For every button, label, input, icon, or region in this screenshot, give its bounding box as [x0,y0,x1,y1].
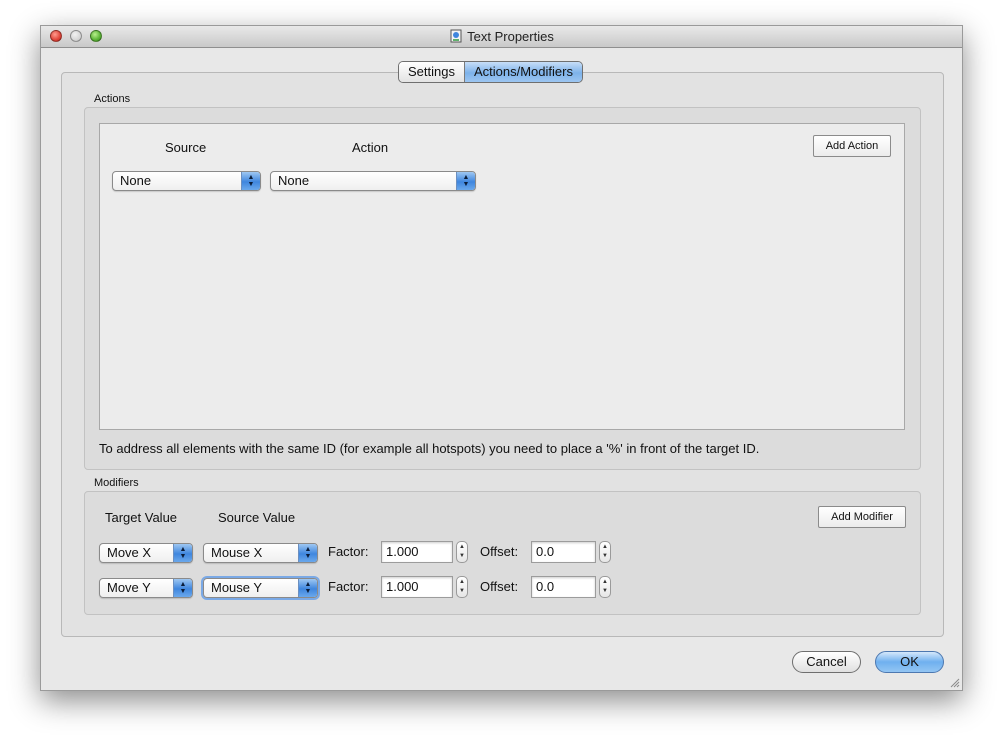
cancel-button[interactable]: Cancel [792,651,861,673]
actions-list-panel [99,123,905,430]
factor-field[interactable]: 1.000 [381,576,453,598]
updown-arrows-icon: ▲ ▼ [456,172,475,190]
source-value-header: Source Value [218,510,296,525]
factor-stepper[interactable]: ▲ ▼ [456,541,468,563]
modifiers-group-label: Modifiers [94,477,139,489]
target-value-header: Target Value [105,510,178,525]
tab-settings[interactable]: Settings [399,62,465,82]
action-column-header: Action [352,140,389,155]
offset-field[interactable]: 0.0 [531,576,596,598]
offset-field[interactable]: 0.0 [531,541,596,563]
ok-button[interactable]: OK [875,651,944,673]
offset-stepper[interactable]: ▲ ▼ [599,576,611,598]
action-source-select[interactable]: None ▲ ▼ [112,171,261,191]
source-column-header: Source [165,140,207,155]
offset-label: Offset: [480,579,519,594]
window-title: Text Properties [467,29,554,44]
action-type-select[interactable]: None ▲ ▼ [270,171,476,191]
modifier-source-select[interactable]: Mouse Y ▲ ▼ [203,578,318,598]
factor-label: Factor: [328,579,369,594]
add-modifier-button[interactable]: Add Modifier [818,506,906,528]
modifier-target-select[interactable]: Move X ▲ ▼ [99,543,193,563]
tab-switcher: Settings Actions/Modifiers [398,61,583,83]
action-source-value: None [120,173,152,188]
factor-field[interactable]: 1.000 [381,541,453,563]
updown-arrows-icon: ▲ ▼ [298,579,317,597]
modifier-source-value: Mouse X [211,545,263,560]
factor-label: Factor: [328,544,369,559]
updown-arrows-icon: ▲ ▼ [298,544,317,562]
modifier-source-select[interactable]: Mouse X ▲ ▼ [203,543,318,563]
tab-actions-modifiers[interactable]: Actions/Modifiers [464,62,582,82]
updown-arrows-icon: ▲ ▼ [173,579,192,597]
resize-grip-icon[interactable] [950,678,960,688]
app-document-icon [450,29,462,43]
modifier-target-value: Move X [107,545,152,560]
actions-group-label: Actions [94,93,131,105]
offset-stepper[interactable]: ▲ ▼ [599,541,611,563]
modifier-source-value: Mouse Y [211,580,263,595]
action-type-value: None [278,173,310,188]
updown-arrows-icon: ▲ ▼ [241,172,260,190]
actions-help-text: To address all elements with the same ID… [99,441,760,456]
modifier-target-select[interactable]: Move Y ▲ ▼ [99,578,193,598]
updown-arrows-icon: ▲ ▼ [173,544,192,562]
title-bar[interactable]: Text Properties [41,26,962,48]
modifier-target-value: Move Y [107,580,151,595]
text-properties-window: Text Properties Settings Actions/Modifie… [40,25,963,691]
offset-label: Offset: [480,544,519,559]
factor-stepper[interactable]: ▲ ▼ [456,576,468,598]
add-action-button[interactable]: Add Action [813,135,891,157]
